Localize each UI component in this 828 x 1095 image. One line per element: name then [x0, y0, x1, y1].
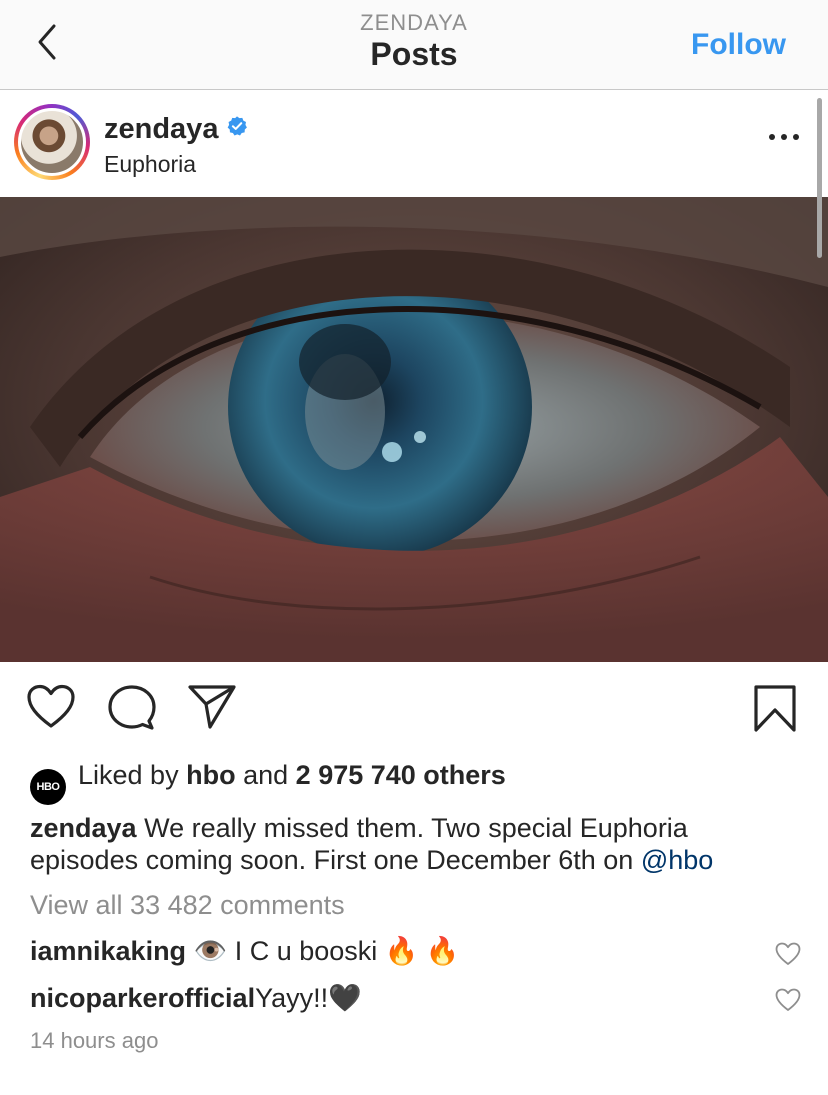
save-button[interactable] [752, 684, 798, 739]
post-image[interactable] [0, 197, 828, 662]
like-button[interactable] [26, 684, 76, 735]
post-username[interactable]: zendaya [104, 113, 218, 145]
comment-button[interactable] [108, 684, 156, 737]
caption-mention[interactable]: @hbo [641, 845, 713, 875]
liker-username[interactable]: hbo [186, 760, 235, 790]
eye-photo [0, 197, 828, 662]
comment-username[interactable]: nicoparkerofficial [30, 983, 255, 1013]
post-header: zendaya Euphoria [0, 91, 828, 197]
post-location[interactable]: Euphoria [104, 151, 196, 178]
post-username-row[interactable]: zendaya [104, 113, 248, 146]
heart-icon [27, 684, 75, 728]
more-options-button[interactable] [768, 129, 800, 145]
view-all-comments-link[interactable]: View all 33 482 comments [30, 890, 345, 921]
comment-item: nicoparkerofficialYayy!!🖤 [30, 982, 362, 1014]
bookmark-icon [754, 685, 796, 732]
comment-text: 👁️ I C u booski 🔥 🔥 [193, 936, 460, 966]
avatar[interactable] [18, 108, 86, 176]
post-timestamp: 14 hours ago [30, 1028, 159, 1053]
heart-icon [775, 942, 801, 965]
scrollbar[interactable] [817, 98, 822, 258]
comment-text: Yayy!!🖤 [255, 983, 362, 1013]
top-nav-bar: ZENDAYA Posts Follow [0, 0, 828, 90]
comment-like-button[interactable] [775, 988, 801, 1012]
post-caption: zendaya We really missed them. Two speci… [30, 812, 790, 876]
follow-button[interactable]: Follow [691, 28, 786, 62]
comment-like-button[interactable] [775, 942, 801, 966]
liker-avatar-hbo[interactable]: HBO [30, 769, 66, 805]
verified-badge-icon [228, 116, 248, 136]
more-horizontal-icon [769, 134, 799, 140]
send-icon [188, 685, 236, 729]
comment-item: iamnikaking 👁️ I C u booski 🔥 🔥 [30, 935, 460, 967]
caption-username[interactable]: zendaya [30, 813, 137, 843]
post-action-bar [0, 662, 828, 752]
likes-prefix: Liked by [78, 760, 179, 790]
comment-username[interactable]: iamnikaking [30, 936, 186, 966]
likes-count[interactable]: 2 975 740 others [296, 760, 506, 790]
share-button[interactable] [188, 684, 236, 735]
comment-icon [108, 685, 156, 730]
likes-connector: and [243, 760, 289, 790]
story-ring[interactable] [14, 104, 90, 180]
likes-summary[interactable]: HBO Liked by hbo and 2 975 740 others [30, 760, 506, 805]
heart-icon [775, 988, 801, 1011]
